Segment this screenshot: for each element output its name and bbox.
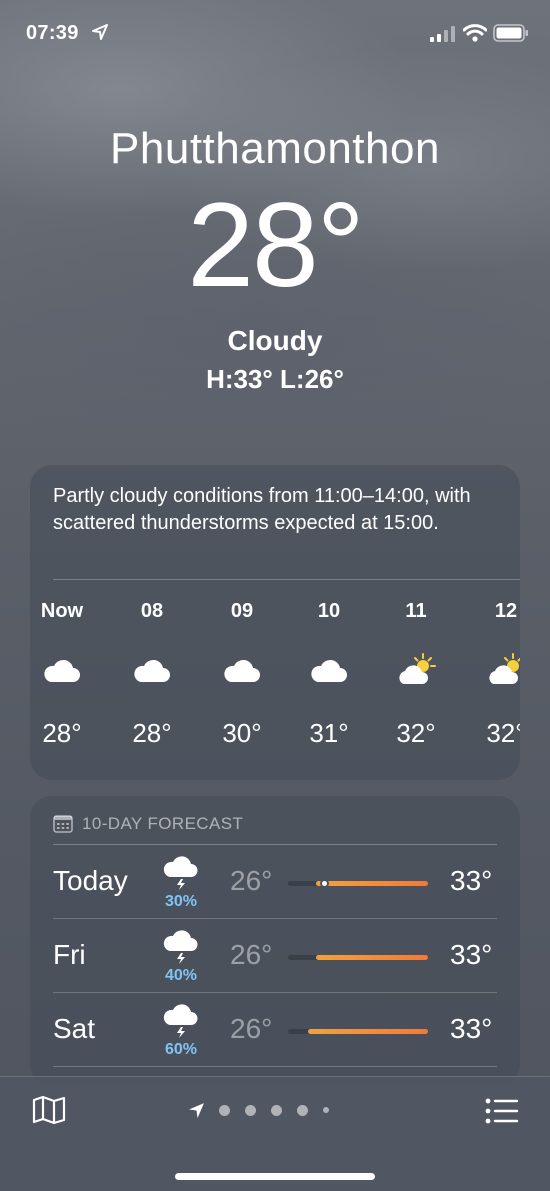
forecast-low: 26° [230, 1013, 273, 1044]
hour-label: Now [40, 600, 84, 622]
page-dot [323, 1107, 329, 1113]
page-indicator[interactable] [188, 1102, 344, 1118]
battery-icon [493, 24, 528, 42]
hour-item: 11 32° [376, 600, 456, 749]
forecast-high: 33° [450, 1013, 493, 1044]
home-indicator[interactable] [175, 1173, 375, 1180]
city-name: Phutthamonthon [110, 124, 440, 173]
wifi-icon [463, 24, 487, 42]
page-dot [271, 1104, 282, 1116]
hour-temp: 31° [309, 718, 349, 748]
status-bar: 07:39 [0, 0, 550, 60]
forecast-header: 10-DAY FORECAST [53, 814, 243, 834]
forecast-low: 26° [230, 865, 273, 896]
current-condition: Cloudy [227, 325, 323, 356]
location-arrow-icon [92, 24, 108, 40]
list-icon[interactable] [485, 1097, 519, 1125]
page-dot [245, 1104, 256, 1116]
ten-day-forecast-card[interactable]: 10-DAY FORECAST Today 30% 26° 33° Fri 40… [30, 796, 520, 1086]
thunderstorm-icon [163, 930, 198, 964]
thunderstorm-icon [163, 856, 198, 890]
cloud-icon [44, 659, 80, 682]
precipitation-chance: 40% [164, 967, 198, 984]
map-icon[interactable] [32, 1095, 66, 1125]
current-location-arrow-icon [189, 1102, 204, 1118]
hour-label: 11 [405, 600, 427, 622]
current-temperature-dot [319, 879, 329, 888]
hour-item: 10 31° [289, 600, 369, 749]
hour-label: 10 [317, 600, 341, 622]
cellular-signal-icon [430, 26, 455, 42]
hour-item: Now 28° [30, 600, 102, 749]
partly-sunny-icon [489, 653, 520, 684]
temperature-range-bar [288, 879, 428, 888]
forecast-day: Today [53, 865, 128, 896]
cloud-icon [311, 659, 347, 682]
forecast-row[interactable]: Sat 60% 26° 33° [30, 993, 520, 1067]
divider [53, 1066, 497, 1067]
hour-temp: 32° [396, 718, 436, 748]
temperature-range-fill [316, 881, 428, 886]
hour-temp: 30° [222, 718, 262, 748]
calendar-icon [53, 815, 73, 833]
precipitation-chance: 60% [164, 1041, 198, 1058]
hour-label: 09 [230, 600, 254, 622]
current-temperature: 28° [187, 178, 364, 312]
forecast-low: 26° [230, 939, 273, 970]
temperature-range-bar [288, 955, 428, 960]
hour-label: 12 [494, 600, 518, 622]
forecast-row[interactable]: Today 30% 26° 33° [30, 845, 520, 919]
hour-item: 08 28° [112, 600, 192, 749]
temperature-range-fill [316, 955, 428, 960]
forecast-summary: Partly cloudy conditions from 11:00–14:0… [53, 485, 471, 534]
hour-label: 08 [140, 600, 164, 622]
hour-temp: 28° [42, 718, 82, 748]
page-dot [297, 1104, 308, 1116]
high-low-temperature: H:33° L:26° [206, 364, 344, 394]
cloud-icon [224, 659, 260, 682]
thunderstorm-icon [163, 1004, 198, 1038]
hour-item: 09 30° [202, 600, 282, 749]
forecast-high: 33° [450, 939, 493, 970]
page-dot [219, 1104, 230, 1116]
forecast-title: 10-DAY FORECAST [82, 814, 244, 833]
forecast-day: Sat [53, 1013, 96, 1044]
cloud-icon [134, 659, 170, 682]
forecast-row[interactable]: Fri 40% 26° 33° [30, 919, 520, 993]
hourly-forecast-card[interactable]: Partly cloudy conditions from 11:00–14:0… [30, 465, 520, 780]
divider [53, 579, 520, 580]
hour-item: 12 32° [466, 600, 520, 749]
status-time: 07:39 [26, 22, 79, 44]
precipitation-chance: 30% [164, 893, 198, 910]
hour-temp: 28° [132, 718, 172, 748]
hour-temp: 32° [486, 718, 520, 748]
temperature-range-fill [307, 1029, 428, 1034]
forecast-high: 33° [450, 865, 493, 896]
forecast-day: Fri [53, 939, 86, 970]
temperature-range-bar [288, 1029, 428, 1034]
partly-sunny-icon [399, 653, 436, 684]
bottom-toolbar [0, 1076, 550, 1191]
